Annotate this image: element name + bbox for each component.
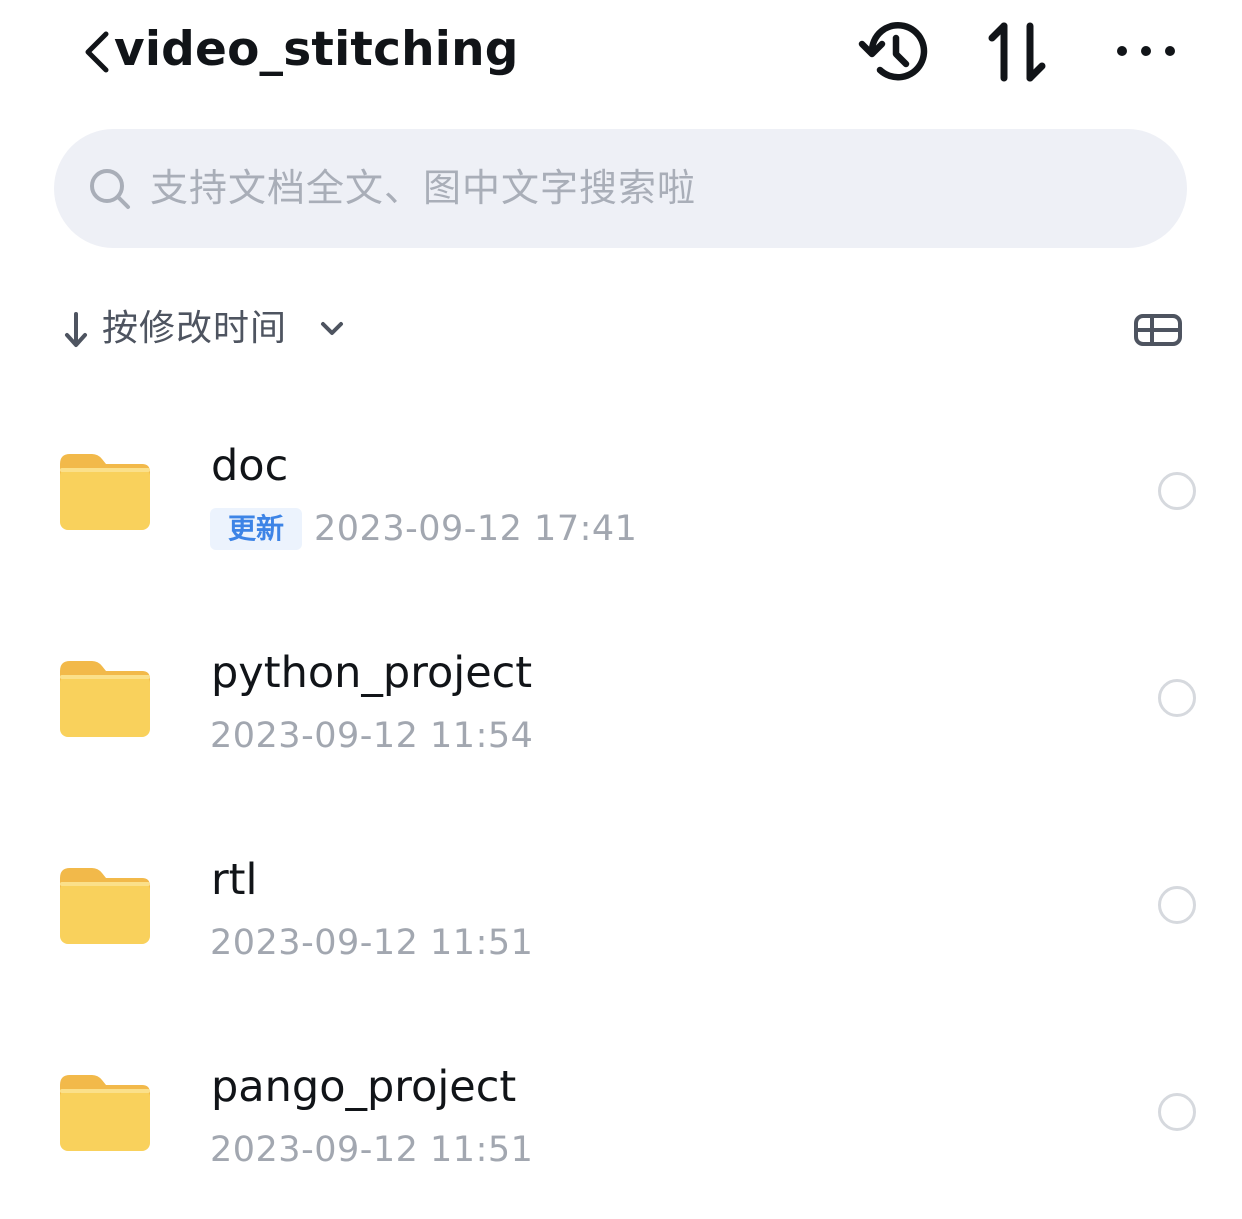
top-bar: video_stitching	[0, 0, 1242, 110]
history-button[interactable]	[858, 18, 930, 86]
select-radio[interactable]	[1158, 1093, 1196, 1131]
file-modified-time: 2023-09-12 11:54	[210, 716, 534, 756]
file-meta: 2023-09-12 11:54	[210, 711, 533, 761]
file-name: doc	[211, 441, 289, 491]
file-modified-time: 2023-09-12 11:51	[210, 1130, 534, 1170]
file-modified-time: 2023-09-12 17:41	[314, 509, 638, 549]
file-name: rtl	[211, 855, 258, 905]
select-radio[interactable]	[1158, 679, 1196, 717]
search-bar[interactable]: 支持文档全文、图中文字搜索啦	[54, 129, 1187, 248]
back-button[interactable]	[78, 22, 118, 78]
file-row-pango-project[interactable]: pango_project 2023-09-12 11:51	[0, 1009, 1242, 1216]
chevron-left-icon	[85, 31, 109, 73]
file-modified-time: 2023-09-12 11:51	[210, 923, 534, 963]
sort-arrows-icon	[988, 22, 1046, 82]
file-row-rtl[interactable]: rtl 2023-09-12 11:51	[0, 802, 1242, 1009]
search-icon	[90, 169, 130, 209]
sort-mode-label[interactable]: 按修改时间	[102, 304, 287, 354]
file-row-python-project[interactable]: python_project 2023-09-12 11:54	[0, 595, 1242, 802]
arrow-down-icon[interactable]	[62, 310, 90, 350]
search-input[interactable]: 支持文档全文、图中文字搜索啦	[150, 163, 696, 213]
more-button[interactable]	[1110, 18, 1182, 86]
select-radio[interactable]	[1158, 472, 1196, 510]
folder-icon	[60, 868, 150, 944]
file-name: python_project	[211, 648, 533, 698]
file-row-doc[interactable]: doc 更新 2023-09-12 17:41	[0, 388, 1242, 595]
file-name: pango_project	[211, 1062, 517, 1112]
update-badge: 更新	[210, 508, 303, 550]
chevron-down-icon[interactable]	[318, 316, 346, 340]
file-meta: 2023-09-12 11:51	[210, 1125, 533, 1175]
file-meta: 更新 2023-09-12 17:41	[210, 504, 637, 554]
folder-icon	[60, 1075, 150, 1151]
select-radio[interactable]	[1158, 886, 1196, 924]
folder-icon	[60, 661, 150, 737]
sort-bar: 按修改时间	[0, 296, 1242, 366]
file-meta: 2023-09-12 11:51	[210, 918, 533, 968]
file-list: doc 更新 2023-09-12 17:41 python_project 2…	[0, 388, 1242, 1216]
folder-icon	[60, 454, 150, 530]
sort-button[interactable]	[982, 18, 1054, 86]
history-icon	[858, 21, 928, 81]
page-title: video_stitching	[114, 22, 519, 77]
view-toggle-icon[interactable]	[1132, 310, 1184, 350]
more-dots-icon	[1117, 46, 1175, 56]
